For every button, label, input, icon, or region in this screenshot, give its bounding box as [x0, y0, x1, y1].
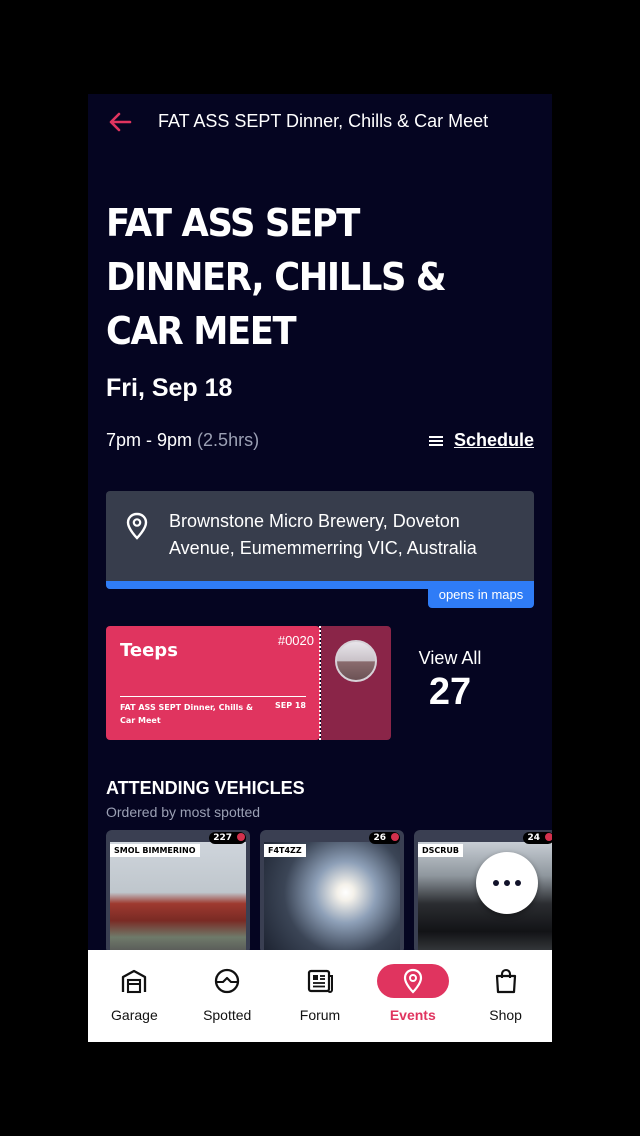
car-photo [264, 842, 400, 954]
vehicle-name: DSCRUB [418, 844, 464, 857]
event-screen: FAT ASS SEPT Dinner, Chills & Car Meet F… [88, 94, 552, 1042]
tab-label: Shop [489, 1007, 522, 1023]
section-title: ATTENDING VEHICLES [106, 778, 305, 798]
location-card[interactable]: Brownstone Micro Brewery, Doveton Avenue… [106, 491, 534, 589]
shop-icon [495, 968, 516, 994]
avatar [335, 640, 377, 682]
view-all-label: View All [418, 648, 482, 668]
ticket-event-name: FAT ASS SEPT Dinner, Chills & Car Meet [120, 703, 253, 725]
vehicle-card[interactable]: F4T4ZZ 26 [260, 830, 404, 954]
ticket-number: #0020 [277, 633, 314, 648]
attendee-count: 27 [428, 671, 472, 713]
car-photo [110, 842, 246, 954]
location-pin-icon [126, 512, 148, 540]
vehicle-name: F4T4ZZ [264, 844, 306, 857]
ticket-date: SEP 18 [274, 701, 306, 710]
spotted-count: 24 [527, 833, 540, 843]
tab-label: Forum [299, 1007, 341, 1023]
spotted-count: 227 [213, 833, 232, 843]
ticket-divider [120, 696, 306, 697]
location-address: Brownstone Micro Brewery, Doveton Avenue… [169, 511, 477, 558]
more-dot-icon [504, 880, 510, 886]
event-duration: (2.5hrs) [197, 430, 260, 450]
event-time: 7pm - 9pm (2.5hrs) [106, 430, 259, 451]
bottom-tab-bar: Garage Spotted Forum Events Shop [88, 950, 552, 1042]
tab-garage[interactable]: Garage [88, 950, 181, 1042]
event-date: Fri, Sep 18 [106, 374, 233, 402]
schedule-link[interactable]: Schedule [428, 430, 534, 451]
ticket-name: Teeps [120, 640, 178, 661]
more-dot-icon [493, 880, 499, 886]
tab-forum[interactable]: Forum [274, 950, 367, 1042]
opens-in-maps-tag[interactable]: opens in maps [428, 584, 534, 608]
tab-label: Events [389, 1007, 436, 1023]
header-title: FAT ASS SEPT Dinner, Chills & Car Meet [158, 111, 489, 131]
back-arrow-icon[interactable] [106, 110, 134, 134]
top-bar: FAT ASS SEPT Dinner, Chills & Car Meet [88, 94, 552, 150]
event-time-range: 7pm - 9pm [106, 430, 193, 450]
spotted-icon [391, 833, 399, 841]
spotted-icon [545, 833, 552, 841]
more-options-button[interactable] [476, 852, 538, 914]
vehicle-name: SMOL BIMMERINO [110, 844, 200, 857]
events-icon [403, 968, 422, 994]
event-title: FAT ASS SEPT DINNER, CHILLS & CAR MEET [106, 201, 447, 353]
tab-label: Spotted [203, 1007, 252, 1023]
tab-spotted[interactable]: Spotted [181, 950, 274, 1042]
garage-icon [122, 969, 147, 994]
section-subtitle: Ordered by most spotted [106, 804, 261, 820]
vehicle-card[interactable]: SMOL BIMMERINO 227 [106, 830, 250, 954]
spotted-count: 26 [373, 833, 386, 843]
spotted-icon [215, 968, 240, 994]
schedule-label: Schedule [453, 430, 534, 450]
more-dot-icon [515, 880, 521, 886]
forum-icon [307, 969, 333, 993]
ticket-stub[interactable] [321, 626, 391, 740]
menu-lines-icon [428, 435, 443, 446]
ticket-card[interactable]: Teeps #0020 FAT ASS SEPT Dinner, Chills … [106, 626, 320, 740]
spotted-icon [237, 833, 245, 841]
tab-label: Garage [111, 1007, 158, 1023]
tab-events[interactable]: Events [366, 950, 459, 1042]
view-all-attendees[interactable]: View All 27 [418, 648, 482, 714]
tab-shop[interactable]: Shop [459, 950, 552, 1042]
